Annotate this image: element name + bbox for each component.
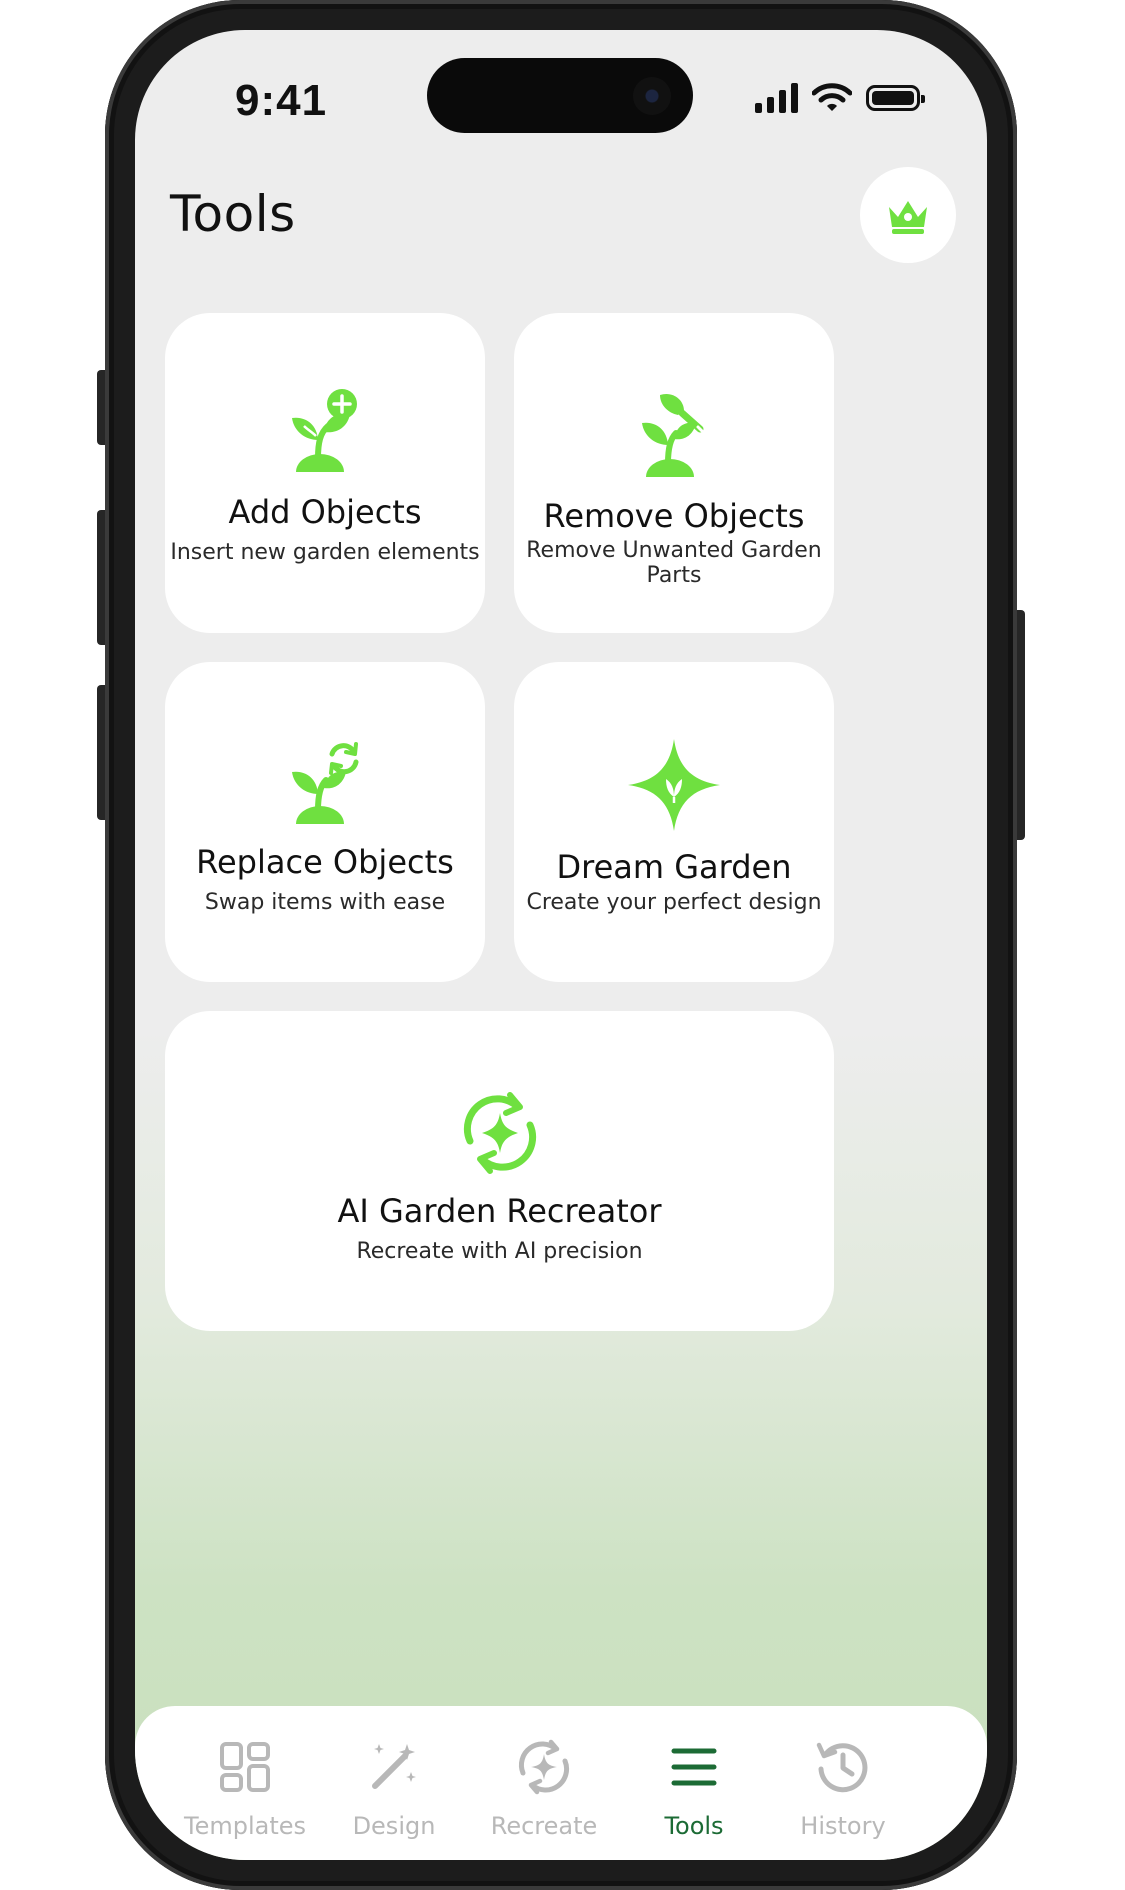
card-title: Dream Garden <box>556 848 792 886</box>
grid-icon <box>220 1742 270 1792</box>
ai-garden-recreator-card[interactable]: AI Garden Recreator Recreate with AI pre… <box>165 1011 834 1331</box>
tab-history[interactable]: History <box>773 1736 913 1840</box>
ai-refresh-sparkle-icon <box>463 1092 536 1174</box>
dynamic-island <box>427 58 693 133</box>
wifi-icon <box>812 83 852 111</box>
tab-recreate[interactable]: Recreate <box>474 1736 614 1840</box>
menu-icon <box>671 1748 717 1786</box>
battery-icon <box>866 85 925 111</box>
sprout-plus-icon <box>292 389 357 472</box>
sparkle-leaf-icon <box>628 739 720 831</box>
remove-objects-card[interactable]: Remove Objects Remove Unwanted Garden Pa… <box>514 313 834 633</box>
tab-tools[interactable]: Tools <box>624 1736 764 1840</box>
card-subtitle: Insert new garden elements <box>170 540 480 565</box>
card-subtitle: Remove Unwanted Garden Parts <box>526 538 822 588</box>
status-time: 9:41 <box>235 76 328 125</box>
add-objects-card[interactable]: Add Objects Insert new garden elements <box>165 313 485 633</box>
magic-wand-icon <box>372 1744 416 1789</box>
crown-icon <box>889 201 927 234</box>
card-title: Replace Objects <box>196 843 454 881</box>
dream-garden-card[interactable]: Dream Garden Create your perfect design <box>514 662 834 982</box>
card-subtitle: Swap items with ease <box>204 890 446 915</box>
bottom-tab-bar: Templates Design Recreate Tools History <box>135 1706 987 1860</box>
cellular-signal-icon <box>755 83 798 113</box>
premium-button[interactable] <box>860 167 956 263</box>
page-title: Tools <box>170 185 296 243</box>
card-title: Add Objects <box>228 493 422 531</box>
camera <box>633 77 671 115</box>
tab-design[interactable]: Design <box>324 1736 464 1840</box>
sprout-trowel-icon <box>642 393 708 477</box>
card-title: AI Garden Recreator <box>337 1192 662 1230</box>
app-screen: 9:41 Tools Add Objects Insert new garden… <box>135 30 987 1860</box>
card-subtitle: Recreate with AI precision <box>356 1239 643 1264</box>
tab-templates[interactable]: Templates <box>175 1736 315 1840</box>
sprout-refresh-icon <box>292 742 359 824</box>
history-icon <box>816 1742 868 1793</box>
refresh-sparkle-icon <box>518 1739 570 1795</box>
card-subtitle: Create your perfect design <box>526 890 822 915</box>
status-icons <box>755 78 925 118</box>
replace-objects-card[interactable]: Replace Objects Swap items with ease <box>165 662 485 982</box>
card-title: Remove Objects <box>543 497 805 535</box>
